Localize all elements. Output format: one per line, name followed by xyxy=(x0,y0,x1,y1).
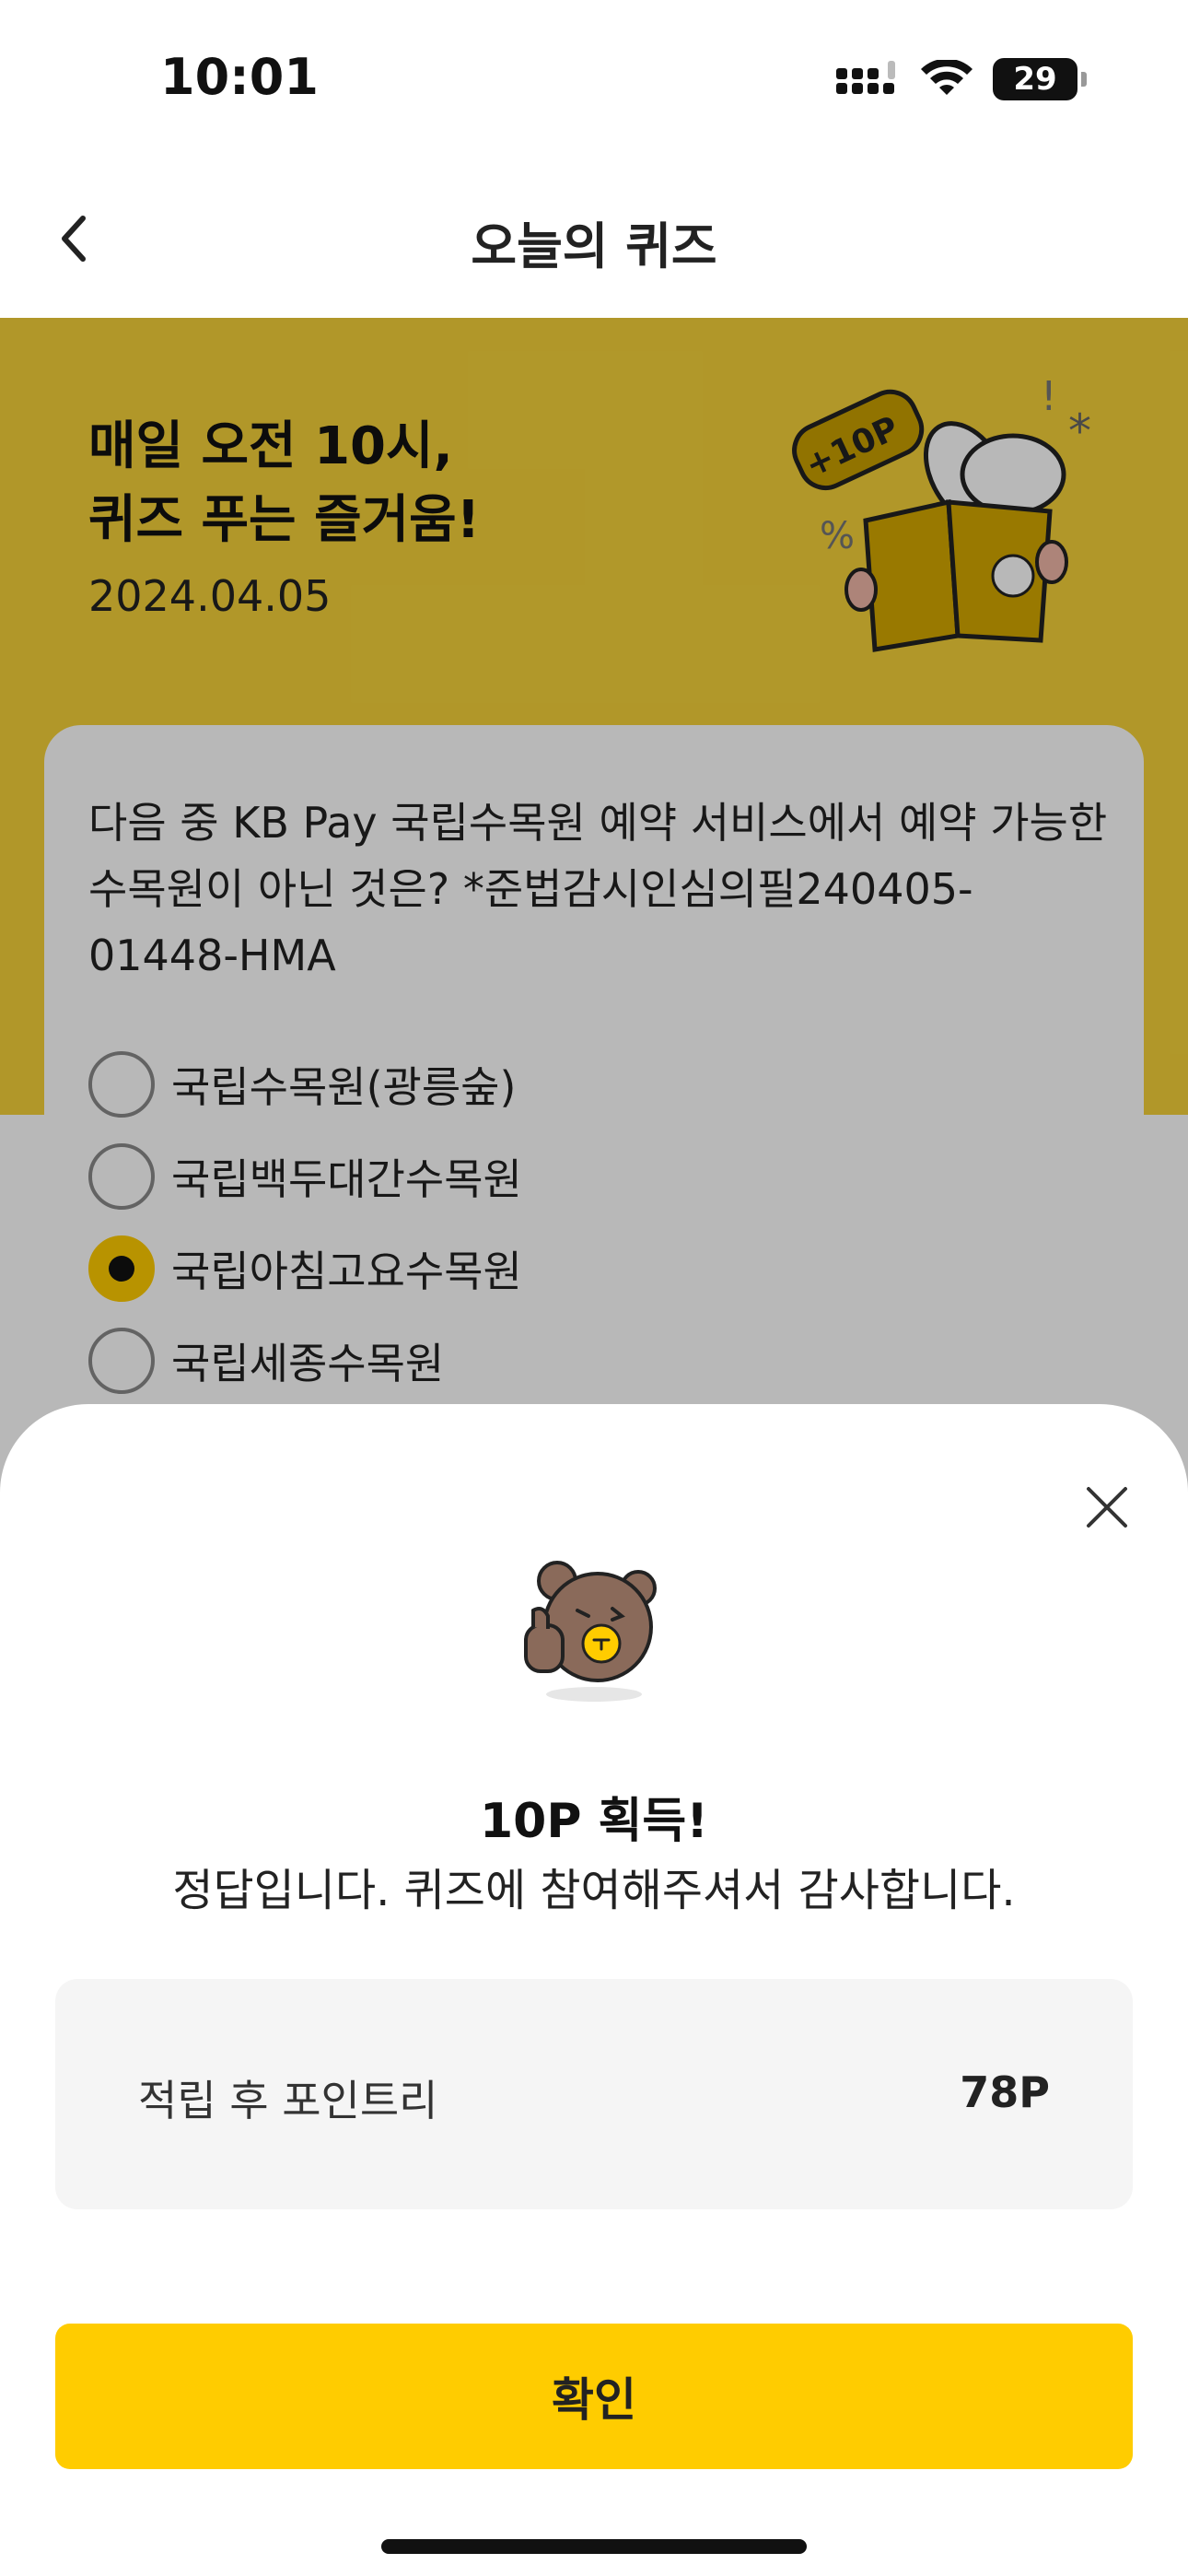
result-bottom-sheet: 10P 획득! 정답입니다. 퀴즈에 참여해주셔서 감사합니다. 적립 후 포인… xyxy=(0,1404,1188,2576)
battery-cap xyxy=(1081,72,1087,87)
close-icon xyxy=(1087,1487,1127,1528)
result-message: 정답입니다. 퀴즈에 참여해주셔서 감사합니다. xyxy=(172,1865,1016,1916)
battery-level: 29 xyxy=(1013,61,1057,98)
bear-thumbs-up-icon xyxy=(524,1561,657,1702)
points-label: 적립 후 포인트리 xyxy=(138,2076,438,2125)
close-button[interactable] xyxy=(1072,1472,1142,1542)
status-icons: 29 xyxy=(836,53,1087,105)
points-value: 78P xyxy=(960,2067,1050,2117)
reward-title: 10P 획득! xyxy=(480,1794,708,1849)
status-bar: 10:01 29 xyxy=(0,0,1188,161)
status-time: 10:01 xyxy=(160,48,319,106)
wifi-icon xyxy=(921,60,973,95)
confirm-button-label: 확인 xyxy=(552,2374,636,2426)
battery-icon: 29 xyxy=(993,58,1077,100)
points-summary: 적립 후 포인트리 78P xyxy=(55,1979,1133,2209)
top-nav-bar: 오늘의 퀴즈 xyxy=(0,161,1188,318)
confirm-button[interactable]: 확인 xyxy=(55,2324,1133,2469)
home-indicator[interactable] xyxy=(381,2539,807,2554)
cellular-signal-icon xyxy=(836,61,895,94)
page-title: 오늘의 퀴즈 xyxy=(471,217,717,275)
